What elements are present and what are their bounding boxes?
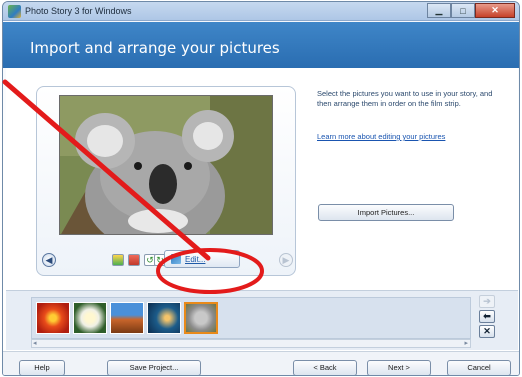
photo-story-app-icon xyxy=(8,5,21,18)
back-button[interactable]: < Back xyxy=(293,360,357,375)
scroll-right-icon[interactable]: ▸ xyxy=(464,339,468,347)
title-bar: Photo Story 3 for Windows ▁ □ ✕ xyxy=(3,2,519,21)
thumbnail[interactable] xyxy=(73,302,107,334)
cancel-button[interactable]: Cancel xyxy=(447,360,511,375)
picture-preview-frame: ◀ ↺ ↻ Edit... ▶ xyxy=(36,86,296,276)
page-title: Import and arrange your pictures xyxy=(30,39,280,57)
next-picture-button[interactable]: ▶ xyxy=(279,253,293,267)
next-button[interactable]: Next > xyxy=(367,360,431,375)
thumbnail[interactable] xyxy=(147,302,181,334)
thumbnail[interactable] xyxy=(36,302,70,334)
close-button[interactable]: ✕ xyxy=(475,3,515,18)
main-panel: ◀ ↺ ↻ Edit... ▶ Select the pictures you … xyxy=(6,68,518,289)
import-pictures-button[interactable]: Import Pictures... xyxy=(318,204,454,221)
filmstrip-scrollbar[interactable]: ◂ ▸ xyxy=(31,339,471,348)
move-right-button[interactable]: ➔ xyxy=(479,295,495,308)
learn-more-link[interactable]: Learn more about editing your pictures xyxy=(317,132,445,141)
koala-photo-preview xyxy=(59,95,273,235)
save-project-button[interactable]: Save Project... xyxy=(107,360,201,375)
scroll-left-icon[interactable]: ◂ xyxy=(33,339,37,347)
help-button[interactable]: Help xyxy=(19,360,65,375)
koala-image xyxy=(60,96,272,234)
minimize-button[interactable]: ▁ xyxy=(427,3,451,18)
edit-icon xyxy=(171,254,181,264)
caption-buttons: ▁ □ ✕ xyxy=(427,3,515,18)
thumbnail-selected[interactable] xyxy=(184,302,218,334)
filmstrip[interactable] xyxy=(31,297,471,339)
app-window: Photo Story 3 for Windows ▁ □ ✕ Import a… xyxy=(2,1,520,376)
thumbnail[interactable] xyxy=(110,302,144,334)
window-title: Photo Story 3 for Windows xyxy=(25,6,132,16)
color-levels-icon[interactable] xyxy=(112,254,124,266)
move-left-button[interactable]: ⬅ xyxy=(479,310,495,323)
instructions-text: Select the pictures you want to use in y… xyxy=(317,89,493,108)
previous-picture-button[interactable]: ◀ xyxy=(42,253,56,267)
maximize-button[interactable]: □ xyxy=(451,3,475,18)
bottom-bar: Help Save Project... < Back Next > Cance… xyxy=(3,351,519,375)
edit-button[interactable]: Edit... xyxy=(164,250,240,268)
remove-picture-button[interactable]: ✕ xyxy=(479,325,495,338)
filmstrip-area: ◂ ▸ ➔ ⬅ ✕ xyxy=(6,290,518,350)
red-eye-icon[interactable] xyxy=(128,254,140,266)
edit-button-label: Edit... xyxy=(185,254,206,264)
